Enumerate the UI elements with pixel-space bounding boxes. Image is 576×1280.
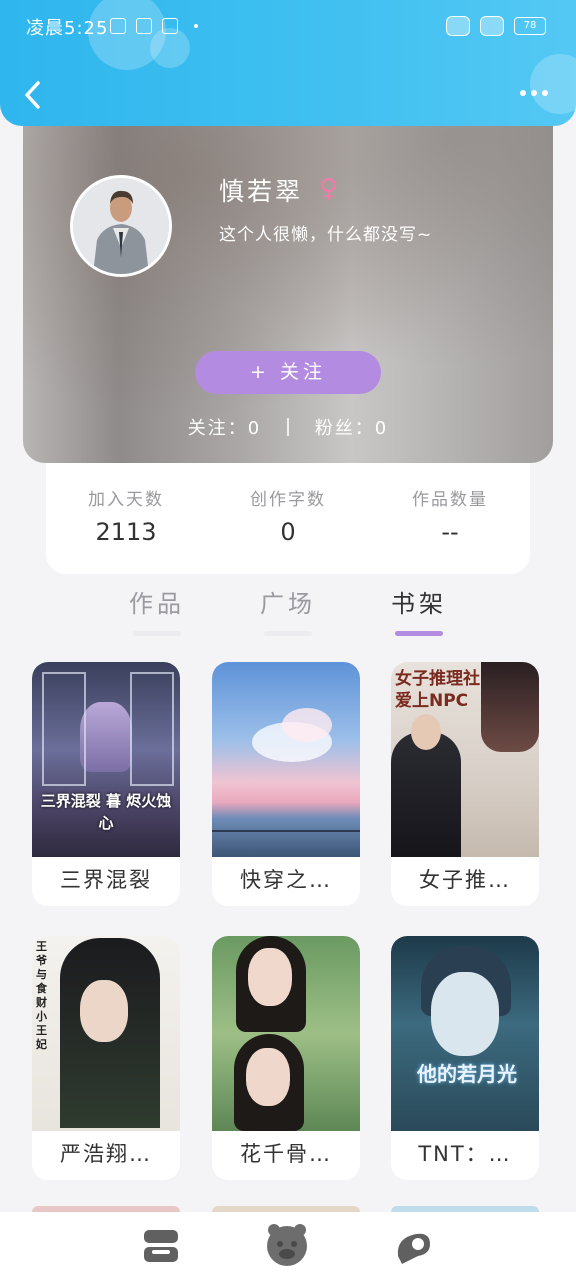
status-time: 凌晨5:25: [26, 18, 109, 39]
book-card[interactable]: 他的若月光 TNT：…: [391, 936, 539, 1180]
bookshelf-icon: [144, 1230, 178, 1262]
decor-bubble: [530, 54, 576, 114]
book-title: 快穿之…: [240, 868, 332, 892]
profile-card: 慎若翠 ♀ 这个人很懒，什么都没写~ + 关注 关注：0 粉丝：0: [23, 100, 553, 463]
network-icon: [446, 16, 470, 36]
more-options-button[interactable]: [520, 90, 548, 96]
nav-bookshelf-button[interactable]: [140, 1226, 182, 1270]
book-card[interactable]: 三界混裂 暮 烬火蚀心 三界混裂: [32, 662, 180, 906]
book-title: 女子推…: [419, 868, 511, 892]
nav-home-button[interactable]: [264, 1222, 310, 1272]
tab-label: 广场: [260, 590, 316, 618]
book-card[interactable]: 快穿之…: [212, 662, 360, 906]
cover-title-text: 女子推理社 爱上NPC: [395, 669, 480, 711]
notification-icon: [162, 18, 178, 34]
fans-stat[interactable]: 粉丝：0: [315, 414, 388, 440]
chevron-left-icon: [25, 81, 40, 109]
notification-icon: [110, 18, 126, 34]
status-right-icons: 78: [446, 16, 546, 36]
tab-label: 作品: [129, 590, 185, 618]
book-card[interactable]: 王爷与食财小王妃 严浩翔…: [32, 936, 180, 1180]
tab-indicator: [395, 631, 443, 636]
following-label: 关注：: [187, 418, 248, 439]
notification-icon: [136, 18, 152, 34]
word-count-stat: 创作字数 0: [208, 485, 368, 546]
summary-label: 加入天数: [88, 490, 164, 510]
tab-works[interactable]: 作品: [112, 584, 202, 636]
bottom-nav: [0, 1212, 576, 1280]
tab-bookshelf[interactable]: 书架: [374, 584, 464, 636]
status-dot-icon: [194, 24, 198, 28]
join-days-stat: 加入天数 2113: [46, 485, 206, 546]
summary-label: 创作字数: [250, 490, 326, 510]
summary-value: --: [441, 518, 459, 546]
tab-indicator: [264, 631, 312, 636]
summary-value: 0: [280, 518, 296, 546]
discover-icon: [397, 1233, 430, 1264]
nav-discover-button[interactable]: [392, 1226, 434, 1272]
tab-indicator: [133, 631, 181, 636]
notification-icons: [110, 18, 178, 34]
dot-icon: [542, 90, 548, 96]
follow-button[interactable]: + 关注: [195, 351, 381, 394]
summary-label: 作品数量: [412, 490, 488, 510]
book-title: 严浩翔…: [60, 1142, 152, 1166]
follow-stats: 关注：0 粉丝：0: [23, 414, 553, 440]
summary-card: 加入天数 2113 创作字数 0 作品数量 --: [46, 463, 530, 574]
works-count-stat: 作品数量 --: [370, 485, 530, 546]
book-cover: [212, 936, 360, 1131]
tab-label: 书架: [391, 590, 447, 618]
profile-tabs: 作品 广场 书架: [0, 584, 576, 644]
fans-label: 粉丝：: [314, 418, 375, 439]
tab-square[interactable]: 广场: [243, 584, 333, 636]
decor-bubble: [150, 28, 190, 68]
top-bar: 凌晨5:25 78: [0, 0, 576, 126]
following-count: 0: [247, 418, 262, 439]
avatar[interactable]: [70, 175, 172, 277]
username: 慎若翠: [219, 177, 304, 206]
user-bio: 这个人很懒，什么都没写~: [219, 225, 433, 245]
avatar-image: [73, 178, 169, 274]
book-title: 三界混裂: [60, 868, 152, 892]
battery-icon: 78: [514, 17, 546, 35]
book-cover: 王爷与食财小王妃: [32, 936, 180, 1131]
cover-title-text: 王爷与食财小王妃: [36, 940, 47, 1051]
fans-count: 0: [374, 418, 389, 439]
wifi-icon: [480, 16, 504, 36]
book-cover: 他的若月光: [391, 936, 539, 1131]
following-stat[interactable]: 关注：0: [188, 414, 261, 440]
book-cover: 女子推理社 爱上NPC: [391, 662, 539, 857]
book-card[interactable]: 花千骨…: [212, 936, 360, 1180]
book-cover: [212, 662, 360, 857]
book-card[interactable]: 女子推理社 爱上NPC 女子推…: [391, 662, 539, 906]
cover-title-text: 三界混裂 暮 烬火蚀心: [40, 792, 172, 832]
book-title: TNT：…: [418, 1142, 512, 1166]
cover-title-text: 他的若月光: [417, 1062, 517, 1086]
summary-value: 2113: [95, 518, 157, 546]
book-title: 花千骨…: [240, 1142, 332, 1166]
book-cover: 三界混裂 暮 烬火蚀心: [32, 662, 180, 857]
back-button[interactable]: [20, 78, 44, 112]
home-mascot-icon: [267, 1224, 307, 1266]
female-icon: ♀: [319, 174, 339, 204]
dot-icon: [531, 90, 537, 96]
stats-divider: [287, 418, 289, 436]
dot-icon: [520, 90, 526, 96]
